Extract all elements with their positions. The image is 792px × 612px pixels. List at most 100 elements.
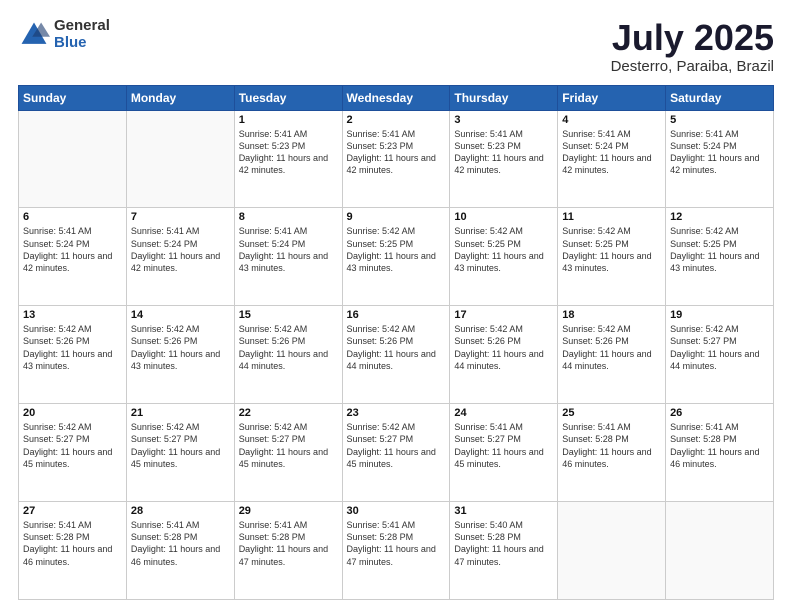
day-info: Sunrise: 5:41 AM Sunset: 5:23 PM Dayligh… xyxy=(239,128,338,177)
day-number: 25 xyxy=(562,407,661,419)
calendar-cell: 12 Sunrise: 5:42 AM Sunset: 5:25 PM Dayli… xyxy=(666,208,774,306)
calendar-cell: 14Sunrise: 5:42 AM Sunset: 5:26 PM Dayli… xyxy=(126,306,234,404)
day-number: 11 xyxy=(562,211,661,223)
day-info: Sunrise: 5:42 AM Sunset: 5:27 PM Dayligh… xyxy=(670,323,769,372)
day-info: Sunrise: 5:42 AM Sunset: 5:26 PM Dayligh… xyxy=(562,323,661,372)
logo-general: General xyxy=(54,18,110,35)
calendar-cell: 21 Sunrise: 5:42 AM Sunset: 5:27 PM Dayli… xyxy=(126,404,234,502)
month-title: July 2025 xyxy=(611,18,774,58)
weekday-tuesday: Tuesday xyxy=(234,85,342,110)
day-number: 31 xyxy=(454,505,553,517)
day-info: Sunrise: 5:41 AM Sunset: 5:24 PM Dayligh… xyxy=(562,128,661,177)
weekday-header-row: SundayMondayTuesdayWednesdayThursdayFrid… xyxy=(19,85,774,110)
day-info: Sunrise: 5:42 AM Sunset: 5:27 PM Dayligh… xyxy=(23,421,122,470)
day-number: 24 xyxy=(454,407,553,419)
day-info: Sunrise: 5:42 AM Sunset: 5:25 PM Dayligh… xyxy=(670,225,769,274)
day-info: Sunrise: 5:41 AM Sunset: 5:28 PM Dayligh… xyxy=(131,519,230,568)
day-info: Sunrise: 5:41 AM Sunset: 5:27 PM Dayligh… xyxy=(454,421,553,470)
header: General Blue July 2025 Desterro, Paraiba… xyxy=(18,18,774,75)
day-number: 15 xyxy=(239,309,338,321)
week-row-5: 27Sunrise: 5:41 AM Sunset: 5:28 PM Dayli… xyxy=(19,502,774,600)
location-title: Desterro, Paraiba, Brazil xyxy=(611,58,774,75)
calendar-cell: 13Sunrise: 5:42 AM Sunset: 5:26 PM Dayli… xyxy=(19,306,127,404)
day-info: Sunrise: 5:41 AM Sunset: 5:23 PM Dayligh… xyxy=(347,128,446,177)
weekday-monday: Monday xyxy=(126,85,234,110)
calendar-cell: 30Sunrise: 5:41 AM Sunset: 5:28 PM Dayli… xyxy=(342,502,450,600)
calendar-cell: 17 Sunrise: 5:42 AM Sunset: 5:26 PM Dayli… xyxy=(450,306,558,404)
week-row-1: 1 Sunrise: 5:41 AM Sunset: 5:23 PM Daylig… xyxy=(19,110,774,208)
day-info: Sunrise: 5:41 AM Sunset: 5:28 PM Dayligh… xyxy=(239,519,338,568)
day-number: 3 xyxy=(454,114,553,126)
calendar-cell: 20 Sunrise: 5:42 AM Sunset: 5:27 PM Dayli… xyxy=(19,404,127,502)
logo-blue: Blue xyxy=(54,35,110,52)
calendar-cell: 3 Sunrise: 5:41 AM Sunset: 5:23 PM Daylig… xyxy=(450,110,558,208)
day-number: 12 xyxy=(670,211,769,223)
day-number: 9 xyxy=(347,211,446,223)
weekday-thursday: Thursday xyxy=(450,85,558,110)
day-number: 5 xyxy=(670,114,769,126)
logo: General Blue xyxy=(18,18,110,51)
calendar-cell: 9 Sunrise: 5:42 AM Sunset: 5:25 PM Daylig… xyxy=(342,208,450,306)
calendar-cell: 22 Sunrise: 5:42 AM Sunset: 5:27 PM Dayli… xyxy=(234,404,342,502)
day-info: Sunrise: 5:42 AM Sunset: 5:27 PM Dayligh… xyxy=(347,421,446,470)
calendar-cell: 31 Sunrise: 5:40 AM Sunset: 5:28 PM Dayli… xyxy=(450,502,558,600)
day-number: 17 xyxy=(454,309,553,321)
day-info: Sunrise: 5:42 AM Sunset: 5:26 PM Dayligh… xyxy=(23,323,122,372)
title-block: July 2025 Desterro, Paraiba, Brazil xyxy=(611,18,774,75)
day-info: Sunrise: 5:41 AM Sunset: 5:24 PM Dayligh… xyxy=(23,225,122,274)
calendar-cell xyxy=(666,502,774,600)
calendar-cell: 15 Sunrise: 5:42 AM Sunset: 5:26 PM Dayli… xyxy=(234,306,342,404)
day-number: 29 xyxy=(239,505,338,517)
calendar-cell xyxy=(558,502,666,600)
day-number: 8 xyxy=(239,211,338,223)
calendar-cell: 7Sunrise: 5:41 AM Sunset: 5:24 PM Daylig… xyxy=(126,208,234,306)
day-info: Sunrise: 5:41 AM Sunset: 5:28 PM Dayligh… xyxy=(23,519,122,568)
day-info: Sunrise: 5:42 AM Sunset: 5:26 PM Dayligh… xyxy=(239,323,338,372)
day-info: Sunrise: 5:42 AM Sunset: 5:27 PM Dayligh… xyxy=(131,421,230,470)
calendar-cell: 1 Sunrise: 5:41 AM Sunset: 5:23 PM Daylig… xyxy=(234,110,342,208)
day-number: 6 xyxy=(23,211,122,223)
logo-text: General Blue xyxy=(54,18,110,51)
calendar-cell: 16 Sunrise: 5:42 AM Sunset: 5:26 PM Dayli… xyxy=(342,306,450,404)
day-info: Sunrise: 5:42 AM Sunset: 5:25 PM Dayligh… xyxy=(562,225,661,274)
day-info: Sunrise: 5:41 AM Sunset: 5:24 PM Dayligh… xyxy=(670,128,769,177)
logo-icon xyxy=(18,19,50,51)
day-number: 30 xyxy=(347,505,446,517)
day-info: Sunrise: 5:42 AM Sunset: 5:26 PM Dayligh… xyxy=(347,323,446,372)
day-info: Sunrise: 5:42 AM Sunset: 5:27 PM Dayligh… xyxy=(239,421,338,470)
day-number: 16 xyxy=(347,309,446,321)
calendar-cell: 10Sunrise: 5:42 AM Sunset: 5:25 PM Dayli… xyxy=(450,208,558,306)
day-number: 28 xyxy=(131,505,230,517)
calendar-cell: 4 Sunrise: 5:41 AM Sunset: 5:24 PM Daylig… xyxy=(558,110,666,208)
day-info: Sunrise: 5:42 AM Sunset: 5:26 PM Dayligh… xyxy=(454,323,553,372)
calendar-cell: 29 Sunrise: 5:41 AM Sunset: 5:28 PM Dayli… xyxy=(234,502,342,600)
day-number: 22 xyxy=(239,407,338,419)
day-info: Sunrise: 5:41 AM Sunset: 5:23 PM Dayligh… xyxy=(454,128,553,177)
day-number: 14 xyxy=(131,309,230,321)
calendar-cell: 19 Sunrise: 5:42 AM Sunset: 5:27 PM Dayli… xyxy=(666,306,774,404)
calendar-cell: 24 Sunrise: 5:41 AM Sunset: 5:27 PM Dayli… xyxy=(450,404,558,502)
day-info: Sunrise: 5:40 AM Sunset: 5:28 PM Dayligh… xyxy=(454,519,553,568)
weekday-sunday: Sunday xyxy=(19,85,127,110)
day-number: 10 xyxy=(454,211,553,223)
week-row-2: 6 Sunrise: 5:41 AM Sunset: 5:24 PM Daylig… xyxy=(19,208,774,306)
calendar-cell: 27Sunrise: 5:41 AM Sunset: 5:28 PM Dayli… xyxy=(19,502,127,600)
calendar-cell: 23Sunrise: 5:42 AM Sunset: 5:27 PM Dayli… xyxy=(342,404,450,502)
day-info: Sunrise: 5:42 AM Sunset: 5:25 PM Dayligh… xyxy=(347,225,446,274)
day-number: 4 xyxy=(562,114,661,126)
day-number: 26 xyxy=(670,407,769,419)
calendar-cell: 6 Sunrise: 5:41 AM Sunset: 5:24 PM Daylig… xyxy=(19,208,127,306)
calendar-table: SundayMondayTuesdayWednesdayThursdayFrid… xyxy=(18,85,774,600)
weekday-saturday: Saturday xyxy=(666,85,774,110)
day-info: Sunrise: 5:41 AM Sunset: 5:28 PM Dayligh… xyxy=(562,421,661,470)
calendar-cell: 18Sunrise: 5:42 AM Sunset: 5:26 PM Dayli… xyxy=(558,306,666,404)
calendar-cell: 2Sunrise: 5:41 AM Sunset: 5:23 PM Daylig… xyxy=(342,110,450,208)
day-number: 1 xyxy=(239,114,338,126)
day-number: 20 xyxy=(23,407,122,419)
calendar-cell: 8Sunrise: 5:41 AM Sunset: 5:24 PM Daylig… xyxy=(234,208,342,306)
day-number: 19 xyxy=(670,309,769,321)
day-number: 21 xyxy=(131,407,230,419)
day-info: Sunrise: 5:41 AM Sunset: 5:24 PM Dayligh… xyxy=(131,225,230,274)
calendar-cell: 11 Sunrise: 5:42 AM Sunset: 5:25 PM Dayli… xyxy=(558,208,666,306)
calendar-cell: 25 Sunrise: 5:41 AM Sunset: 5:28 PM Dayli… xyxy=(558,404,666,502)
